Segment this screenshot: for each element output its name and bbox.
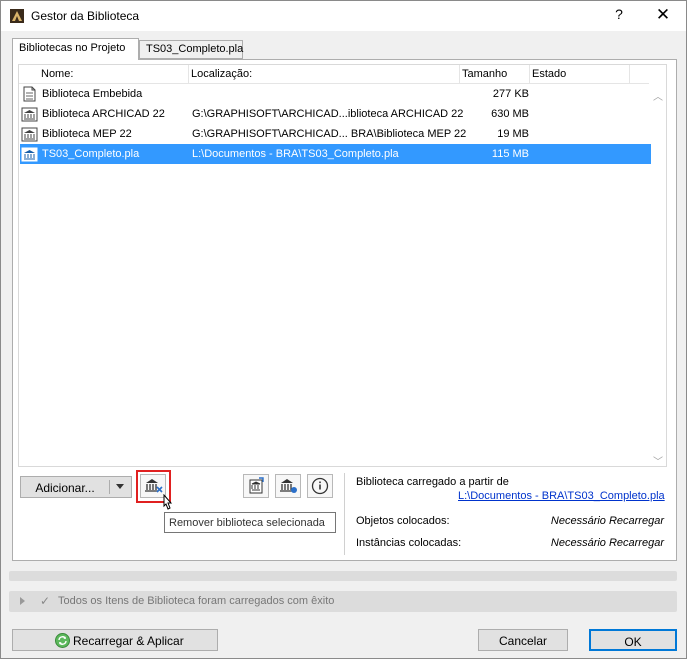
column-header-size[interactable]: Tamanho	[462, 68, 507, 80]
placed-instances-label: Instâncias colocadas:	[356, 537, 462, 549]
column-divider[interactable]	[459, 65, 460, 83]
library-name: Biblioteca MEP 22	[42, 128, 132, 140]
library-icon	[21, 147, 38, 162]
library-info-button[interactable]	[307, 474, 333, 498]
export-library-icon	[249, 477, 264, 494]
loaded-from-label: Biblioteca carregado a partir de	[356, 476, 509, 488]
cancel-button[interactable]: Cancelar	[478, 629, 568, 651]
scroll-down-icon[interactable]: ﹀	[653, 453, 663, 468]
library-size: 19 MB	[497, 128, 529, 140]
checkmark-icon: ✓	[40, 594, 51, 608]
tab-ts03-completo[interactable]: TS03_Completo.pla	[139, 40, 243, 59]
column-header-name[interactable]: Nome:	[41, 68, 73, 80]
library-size: 115 MB	[491, 148, 529, 160]
table-row[interactable]: Biblioteca MEP 22 G:\GRAPHISOFT\ARCHICAD…	[20, 124, 651, 144]
library-name: Biblioteca ARCHICAD 22	[42, 108, 165, 120]
library-icon	[21, 107, 38, 122]
library-location: G:\GRAPHISOFT\ARCHICAD...iblioteca ARCHI…	[192, 108, 464, 120]
library-manager-dialog: Gestor da Biblioteca ? ✕ Bibliotecas no …	[0, 0, 687, 659]
remove-library-tooltip: Remover biblioteca selecionada	[164, 512, 336, 533]
embedded-library-icon	[23, 86, 36, 102]
title-bar: Gestor da Biblioteca ? ✕	[1, 1, 686, 31]
table-row[interactable]: Biblioteca ARCHICAD 22 G:\GRAPHISOFT\ARC…	[20, 104, 651, 124]
mouse-cursor-icon	[163, 494, 173, 510]
info-icon	[311, 477, 329, 495]
placed-objects-label: Objetos colocados:	[356, 515, 450, 527]
library-list[interactable]: Nome: Localização: Tamanho Estado Biblio…	[18, 64, 667, 468]
placed-instances-value: Necessário Recarregar	[550, 537, 664, 549]
dropdown-arrow-icon[interactable]	[116, 484, 124, 489]
export-library-button[interactable]	[243, 474, 269, 498]
help-button[interactable]: ?	[607, 6, 631, 26]
library-name: Biblioteca Embebida	[42, 88, 143, 100]
library-size: 630 MB	[491, 108, 529, 120]
archicad-app-icon	[10, 9, 24, 23]
library-icon	[21, 127, 38, 142]
placed-objects-value: Necessário Recarregar	[550, 515, 664, 527]
column-divider[interactable]	[629, 65, 630, 83]
library-name: TS03_Completo.pla	[42, 148, 140, 160]
column-header-location[interactable]: Localização:	[191, 68, 252, 80]
expand-arrow-icon[interactable]	[20, 597, 25, 605]
info-divider	[344, 473, 345, 555]
split-divider	[109, 480, 110, 494]
add-library-button[interactable]: Adicionar...	[20, 476, 132, 498]
add-library-label: Adicionar...	[35, 481, 95, 495]
library-size: 277 KB	[492, 88, 529, 100]
scroll-up-icon[interactable]: ︿	[653, 88, 663, 103]
library-settings-button[interactable]	[275, 474, 301, 498]
loaded-from-path-link[interactable]: L:\Documentos - BRA\TS03_Completo.pla	[458, 490, 665, 502]
tab-project-libraries[interactable]: Bibliotecas no Projeto	[12, 38, 139, 60]
progress-strip	[9, 571, 677, 581]
table-row-selected[interactable]: TS03_Completo.pla L:\Documentos - BRA\TS…	[20, 144, 651, 164]
list-header: Nome: Localização: Tamanho Estado	[19, 65, 649, 84]
close-button[interactable]: ✕	[651, 5, 675, 25]
table-row[interactable]: Biblioteca Embebida 277 KB	[20, 84, 651, 104]
library-settings-icon	[280, 479, 297, 493]
status-message: Todos os Itens de Biblioteca foram carre…	[58, 595, 335, 607]
column-divider[interactable]	[188, 65, 189, 83]
status-bar: ✓ Todos os Itens de Biblioteca foram car…	[9, 591, 677, 612]
library-location: L:\Documentos - BRA\TS03_Completo.pla	[192, 148, 399, 160]
library-location: G:\GRAPHISOFT\ARCHICAD... BRA\Biblioteca…	[192, 128, 467, 140]
column-divider[interactable]	[529, 65, 530, 83]
reload-icon	[55, 633, 70, 648]
window-title: Gestor da Biblioteca	[31, 9, 140, 23]
reload-apply-button[interactable]: Recarregar & Aplicar	[12, 629, 218, 651]
ok-button[interactable]: OK	[589, 629, 677, 651]
reload-apply-label: Recarregar & Aplicar	[73, 634, 184, 648]
column-header-status[interactable]: Estado	[532, 68, 566, 80]
